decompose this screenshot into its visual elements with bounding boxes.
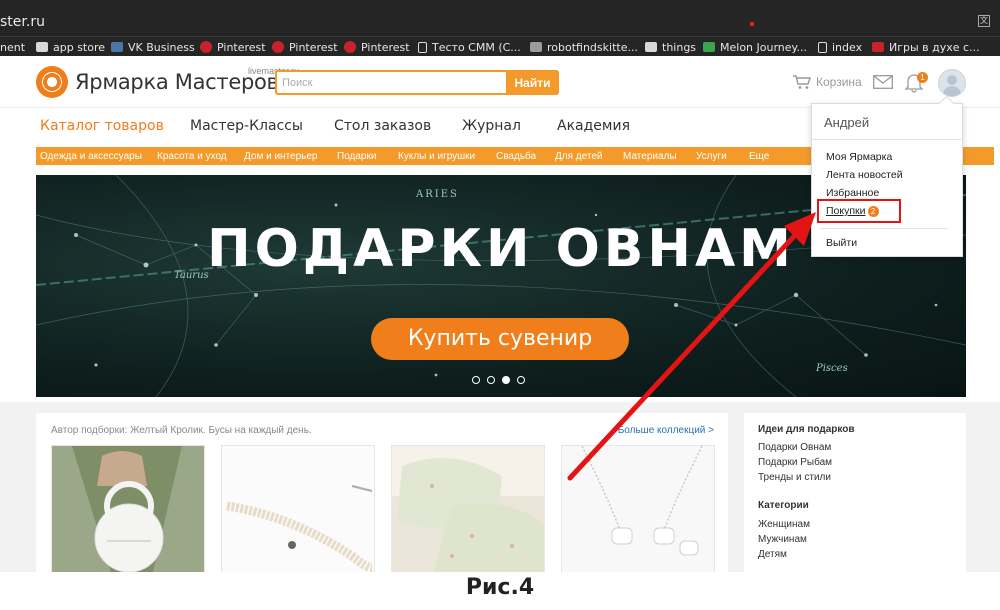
bookmark-item[interactable]: Melon Journey...	[703, 40, 807, 54]
vk-icon	[111, 42, 123, 52]
category-link[interactable]: Для детей	[555, 151, 602, 162]
category-link[interactable]: Куклы и игрушки	[398, 151, 475, 162]
slider-dot[interactable]	[472, 376, 480, 384]
product-thumbnail[interactable]	[221, 445, 375, 575]
screenshot-root: ster.ru 文 nent app store VK Business Pin…	[0, 0, 1000, 610]
slider-dot[interactable]	[517, 376, 525, 384]
menu-item-favorites[interactable]: Избранное	[826, 187, 879, 199]
category-link[interactable]: Дом и интерьер	[244, 151, 318, 162]
nav-master-classes[interactable]: Мастер-Классы	[190, 118, 303, 134]
slider-dot-active[interactable]	[502, 376, 510, 384]
pinterest-icon	[272, 41, 284, 53]
nav-academy[interactable]: Академия	[557, 118, 630, 134]
ideas-title: Идеи для подарков	[758, 424, 855, 435]
bookmark-item[interactable]: nent	[0, 40, 25, 54]
nav-catalog[interactable]: Каталог товаров	[40, 118, 164, 134]
category-link[interactable]: Материалы	[623, 151, 677, 162]
record-indicator-icon	[750, 22, 754, 26]
cart-link[interactable]: Корзина	[792, 74, 862, 90]
constellation-label: ARIES	[416, 189, 459, 200]
nav-order-table[interactable]: Стол заказов	[334, 118, 431, 134]
constellation-label: Pisces	[816, 363, 848, 374]
category-link[interactable]: Услуги	[696, 151, 727, 162]
site-logo[interactable]: Ярмарка Мастеров livemaster.ru	[36, 66, 299, 98]
sidebar-category-link[interactable]: Мужчинам	[758, 534, 807, 545]
collection-author: Автор подборки: Желтый Кролик. Бусы на к…	[51, 425, 312, 436]
bookmark-item[interactable]: VK Business	[111, 40, 195, 54]
category-link[interactable]: Свадьба	[496, 151, 536, 162]
sidebar-category-link[interactable]: Женщинам	[758, 519, 810, 530]
ceramic-necklace-image	[562, 446, 714, 574]
document-icon	[418, 41, 427, 53]
collection-card: Автор подборки: Желтый Кролик. Бусы на к…	[36, 413, 728, 575]
cart-label: Корзина	[816, 75, 862, 89]
avatar[interactable]	[938, 69, 966, 97]
white-bag-image	[52, 446, 204, 574]
product-thumbnail[interactable]	[391, 445, 545, 575]
user-menu-dropdown: Андрей Моя Ярмарка Лента новостей Избран…	[811, 103, 963, 257]
highlight-box	[817, 199, 901, 223]
menu-item-my-fair[interactable]: Моя Ярмарка	[826, 151, 892, 163]
buy-souvenir-button[interactable]: Купить сувенир	[371, 318, 629, 360]
category-link[interactable]: Еще	[749, 151, 769, 162]
red-game-icon	[872, 42, 884, 52]
search-input[interactable]	[277, 72, 507, 93]
folder-icon	[36, 42, 48, 52]
sun-logo-icon	[36, 66, 68, 98]
url-text[interactable]: ster.ru	[0, 14, 45, 30]
search-box: Найти	[275, 70, 559, 95]
notification-badge: 1	[917, 72, 928, 83]
pinterest-icon	[200, 41, 212, 53]
melon-icon	[703, 42, 715, 52]
cart-icon	[793, 75, 811, 89]
categories-title: Категории	[758, 500, 809, 511]
folder-icon	[645, 42, 657, 52]
bookmark-item[interactable]: app store	[36, 40, 105, 54]
puzzle-icon	[530, 42, 542, 52]
bookmark-item[interactable]: things	[645, 40, 696, 54]
sidebar-idea-link[interactable]: Подарки Рыбам	[758, 457, 832, 468]
menu-item-news-feed[interactable]: Лента новостей	[826, 169, 903, 181]
site-page: Ярмарка Мастеров livemaster.ru Найти Кор…	[0, 57, 1000, 610]
user-name: Андрей	[824, 115, 870, 130]
bed-linen-image	[392, 446, 544, 574]
sidebar-card: Идеи для подарков Подарки Овнам Подарки …	[744, 413, 966, 573]
product-thumbnail[interactable]	[51, 445, 205, 575]
bookmark-item[interactable]: Pinterest	[344, 40, 410, 54]
bookmark-item[interactable]: Pinterest	[200, 40, 266, 54]
translate-icon[interactable]: 文	[978, 15, 990, 27]
search-button[interactable]: Найти	[506, 70, 559, 95]
category-link[interactable]: Красота и уход	[157, 151, 227, 162]
nav-journal[interactable]: Журнал	[462, 118, 521, 134]
menu-divider	[812, 139, 962, 140]
category-link[interactable]: Одежда и аксессуары	[40, 151, 142, 162]
menu-divider	[820, 228, 948, 229]
sidebar-idea-link[interactable]: Тренды и стили	[758, 472, 831, 483]
sidebar-category-link[interactable]: Детям	[758, 549, 787, 560]
bookmark-item[interactable]: index	[818, 40, 862, 54]
category-link[interactable]: Подарки	[337, 151, 376, 162]
figure-caption: Рис.4	[465, 575, 535, 600]
slider-dots	[472, 376, 525, 384]
product-thumbnail[interactable]	[561, 445, 715, 575]
bookmark-item[interactable]: Игры в духе с...	[872, 40, 980, 54]
slider-dot[interactable]	[487, 376, 495, 384]
bookmark-item[interactable]: Pinterest	[272, 40, 338, 54]
bookmark-item[interactable]: Тесто СММ (С...	[418, 40, 521, 54]
bead-bracelet-image	[222, 446, 374, 574]
pinterest-icon	[344, 41, 356, 53]
browser-address-bar[interactable]: ster.ru 文	[0, 0, 1000, 36]
sidebar-idea-link[interactable]: Подарки Овнам	[758, 442, 831, 453]
bookmarks-bar: nent app store VK Business Pinterest Pin…	[0, 36, 1000, 56]
more-collections-link[interactable]: Больше коллекций >	[618, 425, 714, 436]
menu-item-logout[interactable]: Выйти	[826, 237, 857, 249]
bookmark-item[interactable]: robotfindskitte...	[530, 40, 638, 54]
mail-icon[interactable]	[873, 75, 893, 89]
document-icon	[818, 41, 827, 53]
